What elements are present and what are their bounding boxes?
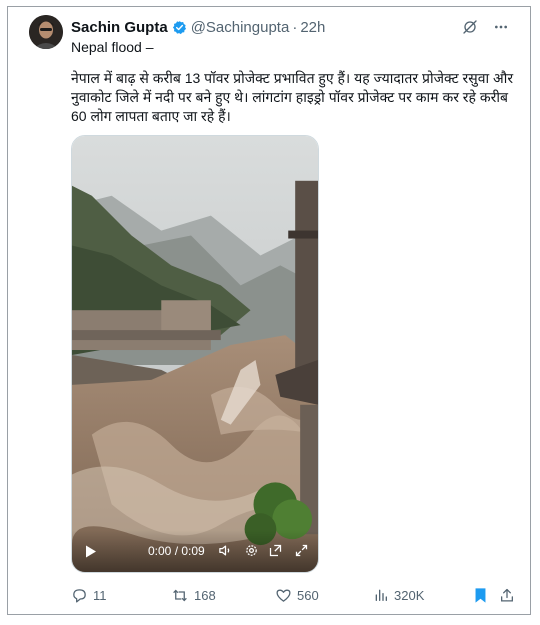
reply-button[interactable]: 11: [71, 587, 171, 604]
retweet-count: 168: [194, 587, 216, 603]
separator-dot: ·: [292, 18, 298, 36]
avatar[interactable]: [29, 15, 63, 49]
fullscreen-icon[interactable]: [294, 543, 309, 563]
video-time-readout: 0:00 / 0:09: [148, 544, 205, 558]
like-count: 560: [297, 587, 319, 603]
tweet-timestamp[interactable]: 22h: [300, 19, 325, 36]
tweet-card: Sachin Gupta @Sachingupta · 22h Nepal fl…: [7, 6, 531, 615]
author-name[interactable]: Sachin Gupta: [71, 19, 168, 36]
tweet-actions: 11 168 560 320K: [71, 585, 526, 605]
tweet-subtitle: Nepal flood –: [71, 39, 154, 55]
share-button[interactable]: [499, 587, 515, 604]
reply-icon: [71, 587, 88, 604]
like-button[interactable]: 560: [275, 587, 373, 604]
retweet-icon: [171, 587, 189, 604]
views-icon: [373, 587, 389, 603]
more-icon[interactable]: [492, 19, 510, 35]
share-icon: [499, 587, 515, 604]
tweet-header: Sachin Gupta @Sachingupta · 22h: [71, 17, 510, 37]
grok-icon[interactable]: [462, 19, 478, 35]
verified-icon: [172, 20, 187, 35]
settings-icon[interactable]: [244, 543, 259, 563]
like-icon: [275, 587, 292, 604]
tweet-text: नेपाल में बाढ़ से करीब 13 पॉवर प्रोजेक्ट…: [71, 70, 514, 124]
views-count: 320K: [394, 587, 425, 603]
volume-icon[interactable]: [218, 543, 233, 563]
bookmark-icon: [473, 587, 488, 604]
play-icon[interactable]: [85, 545, 97, 563]
reply-count: 11: [93, 587, 107, 603]
video-controls: 0:00 / 0:09: [72, 530, 318, 572]
video-frame: [72, 136, 318, 572]
bookmark-button[interactable]: [473, 587, 499, 604]
author-handle[interactable]: @Sachingupta: [191, 19, 290, 36]
pip-icon[interactable]: [268, 543, 283, 563]
video-player[interactable]: 0:00 / 0:09: [71, 135, 319, 573]
views-button[interactable]: 320K: [373, 587, 473, 603]
retweet-button[interactable]: 168: [171, 587, 275, 604]
